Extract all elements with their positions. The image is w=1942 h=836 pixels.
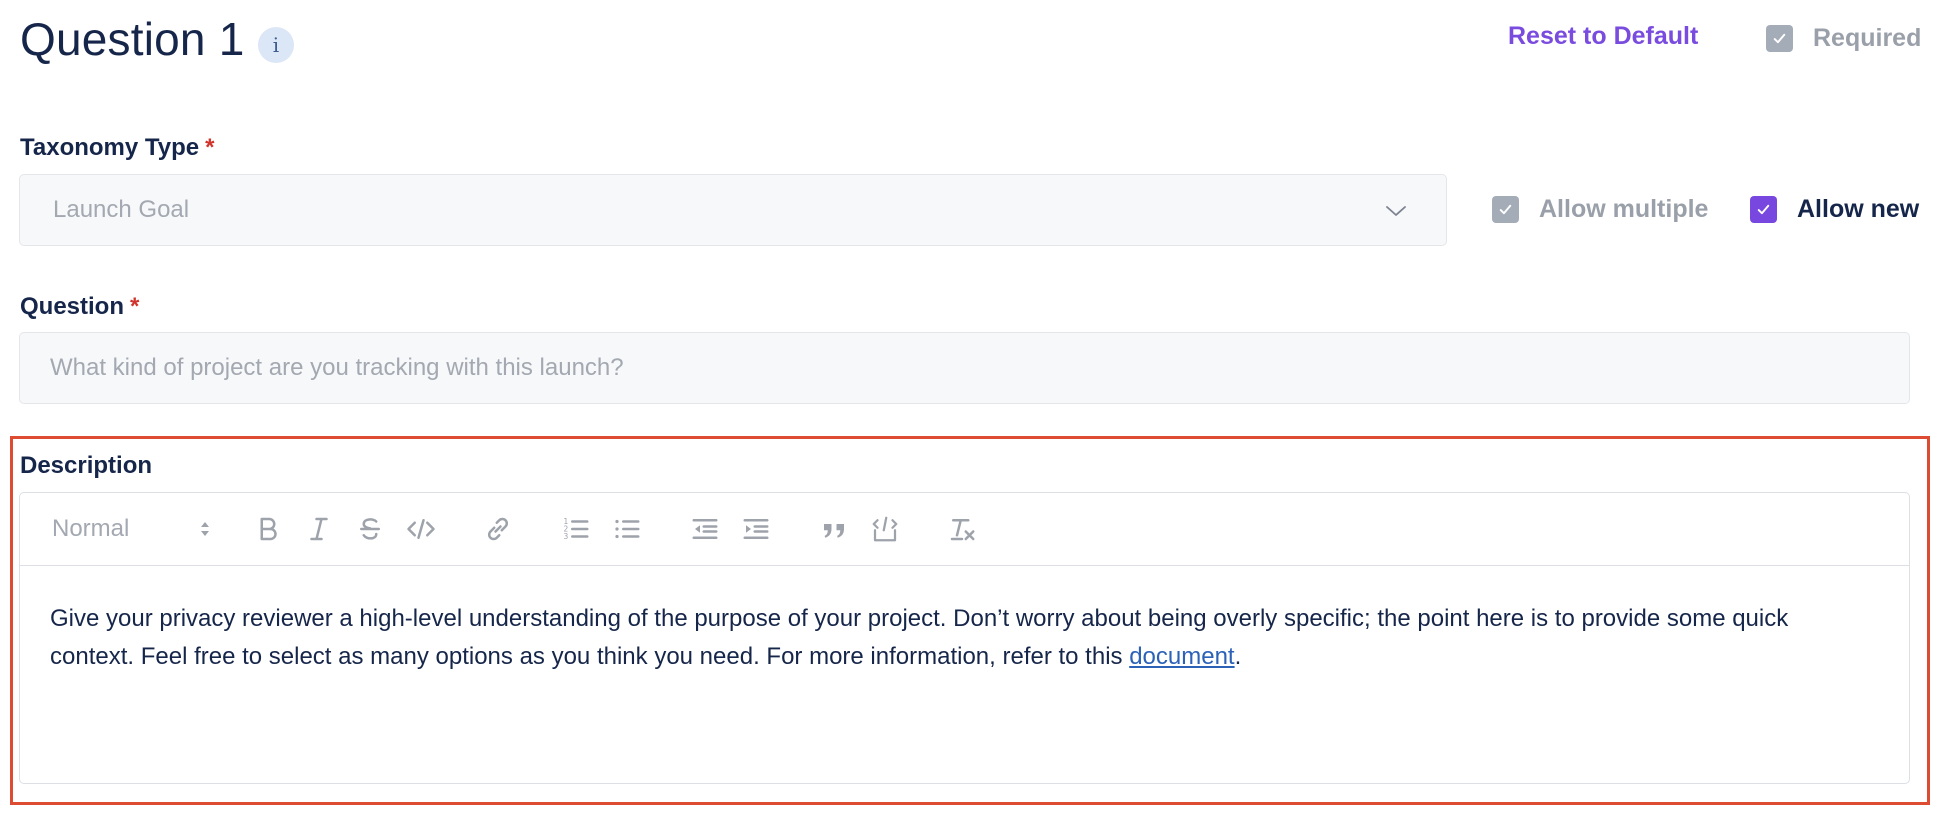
description-content[interactable]: Give your privacy reviewer a high-level … <box>50 600 1869 676</box>
question-label-text: Question <box>20 293 125 320</box>
document-link[interactable]: document <box>1129 643 1234 670</box>
allow-new-label: Allow new <box>1797 194 1920 223</box>
svg-text:3: 3 <box>564 532 569 541</box>
allow-multiple-toggle[interactable]: Allow multiple <box>1492 194 1708 224</box>
allow-new-toggle[interactable]: Allow new <box>1750 194 1919 224</box>
question-header: Question 1 i Reset to Default Required <box>20 8 1922 72</box>
chevron-down-icon <box>1386 206 1406 216</box>
required-star: * <box>130 293 140 320</box>
italic-button[interactable] <box>299 511 339 547</box>
required-label: Required <box>1813 23 1922 52</box>
question-field[interactable] <box>19 332 1910 404</box>
clear-format-button[interactable] <box>942 511 982 547</box>
required-toggle[interactable]: Required <box>1766 23 1921 53</box>
clear-format-icon <box>950 519 975 541</box>
blockquote-icon <box>824 524 844 538</box>
code-icon <box>407 519 435 539</box>
outdent-button[interactable] <box>685 511 725 547</box>
bold-icon <box>260 517 277 541</box>
question-input[interactable] <box>20 333 1909 403</box>
code-button[interactable] <box>401 511 441 547</box>
indent-icon <box>743 519 769 539</box>
link-button[interactable] <box>478 511 518 547</box>
ordered-list-button[interactable]: 123 <box>556 511 596 547</box>
editor-toolbar: Normal 123 <box>20 493 1909 566</box>
info-icon[interactable]: i <box>258 27 294 63</box>
taxonomy-type-value: Launch Goal <box>53 196 190 223</box>
description-text: Give your privacy reviewer a high-level … <box>50 605 1789 670</box>
code-block-button[interactable] <box>865 511 905 547</box>
taxonomy-type-label-text: Taxonomy Type <box>20 134 200 161</box>
ordered-list-icon: 123 <box>564 517 589 541</box>
allow-new-checkbox[interactable] <box>1750 195 1777 223</box>
up-down-arrows-icon <box>201 522 209 536</box>
italic-icon <box>310 517 328 541</box>
taxonomy-type-label: Taxonomy Type * <box>20 134 215 162</box>
check-icon <box>1773 33 1786 43</box>
question-label: Question * <box>20 293 139 321</box>
description-text-end: . <box>1234 643 1242 670</box>
allow-multiple-checkbox[interactable] <box>1492 195 1519 223</box>
link-icon <box>487 517 509 541</box>
bullet-list-button[interactable] <box>607 511 647 547</box>
strikethrough-button[interactable] <box>350 511 390 547</box>
required-checkbox[interactable] <box>1766 24 1793 52</box>
format-select-value: Normal <box>52 515 130 542</box>
description-label-text: Description <box>20 452 153 479</box>
check-icon <box>1757 204 1770 214</box>
indent-button[interactable] <box>736 511 776 547</box>
page-title: Question 1 <box>20 13 245 65</box>
reset-to-default-link[interactable]: Reset to Default <box>1508 22 1698 51</box>
format-select[interactable]: Normal <box>52 511 212 547</box>
bold-button[interactable] <box>248 511 288 547</box>
description-label: Description <box>20 452 152 480</box>
outdent-icon <box>692 519 718 539</box>
check-icon <box>1499 204 1512 214</box>
description-editor: Normal 123 Give your privacy reviewer a … <box>19 492 1910 784</box>
required-star: * <box>205 134 215 161</box>
code-block-icon <box>872 516 898 542</box>
taxonomy-type-select[interactable]: Launch Goal <box>19 174 1447 246</box>
blockquote-button[interactable] <box>814 511 854 547</box>
bullet-list-icon <box>615 519 640 539</box>
allow-multiple-label: Allow multiple <box>1539 194 1709 223</box>
strikethrough-icon <box>360 518 380 540</box>
